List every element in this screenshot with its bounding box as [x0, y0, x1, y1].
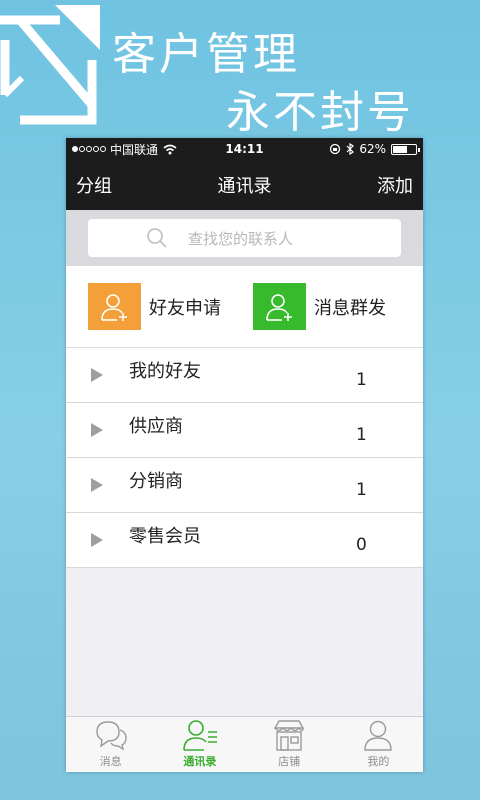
tab-contacts[interactable]: 通讯录	[155, 717, 244, 772]
broadcast-icon-box	[253, 283, 306, 330]
tab-messages[interactable]: 消息	[66, 717, 155, 772]
wifi-icon	[163, 144, 177, 154]
promo-title: 客户管理	[112, 29, 300, 80]
quick-actions: 好友申请 消息群发	[66, 266, 423, 348]
add-button[interactable]: 添加	[377, 172, 413, 198]
group-count: 1	[356, 425, 367, 445]
group-row-my-friends[interactable]: 我的好友 1	[66, 348, 423, 403]
tab-bar: 消息 通讯录 店铺 我的	[66, 716, 423, 772]
rotation-lock-icon	[330, 143, 341, 155]
nav-bar: 分组 通讯录 添加	[66, 160, 423, 210]
tab-me[interactable]: 我的	[334, 717, 423, 772]
envelope-logo-icon	[0, 5, 100, 125]
promo-subtitle: 永不封号	[226, 87, 414, 138]
friend-request-button[interactable]: 好友申请	[88, 283, 221, 330]
group-count: 1	[356, 370, 367, 390]
battery-percent: 62%	[359, 142, 386, 156]
group-button[interactable]: 分组	[76, 172, 112, 198]
tab-label: 店铺	[278, 755, 301, 768]
bluetooth-icon	[346, 143, 355, 155]
add-user-icon	[100, 293, 127, 321]
tab-store[interactable]: 店铺	[245, 717, 334, 772]
group-name: 零售会员	[129, 526, 201, 547]
store-icon	[273, 720, 305, 751]
carrier-name: 中国联通	[110, 142, 159, 157]
friend-request-icon-box	[88, 283, 141, 330]
chat-bubble-icon	[95, 721, 127, 751]
person-icon	[364, 720, 393, 751]
search-icon	[147, 228, 167, 248]
add-user-icon	[265, 293, 292, 321]
contacts-icon	[183, 720, 217, 751]
page-title: 通讯录	[217, 176, 272, 197]
tab-label: 通讯录	[183, 755, 217, 768]
group-row-retail-members[interactable]: 零售会员 0	[66, 513, 423, 568]
group-name: 我的好友	[129, 361, 201, 382]
tab-label: 我的	[367, 755, 390, 768]
expand-arrow-icon	[91, 368, 103, 382]
group-row-distributors[interactable]: 分销商 1	[66, 458, 423, 513]
signal-strength-icon	[72, 146, 106, 152]
friend-request-label: 好友申请	[149, 297, 221, 319]
group-count: 1	[356, 480, 367, 500]
search-placeholder: 查找您的联系人	[188, 229, 294, 248]
group-name: 分销商	[129, 471, 183, 492]
tab-label: 消息	[99, 755, 122, 768]
group-row-suppliers[interactable]: 供应商 1	[66, 403, 423, 458]
battery-icon	[391, 143, 420, 155]
broadcast-message-label: 消息群发	[314, 297, 386, 319]
contact-groups: 我的好友 1 供应商 1 分销商 1 零售会员 0	[66, 348, 423, 568]
status-bar: 中国联通 14:11 62%	[66, 138, 423, 160]
broadcast-message-button[interactable]: 消息群发	[253, 283, 386, 330]
expand-arrow-icon	[91, 533, 103, 547]
expand-arrow-icon	[91, 423, 103, 437]
group-name: 供应商	[129, 416, 183, 437]
group-count: 0	[356, 535, 367, 555]
search-input[interactable]: 查找您的联系人	[88, 219, 401, 257]
phone-screen: 中国联通 14:11 62% 分组 通讯录 添加 查找您的联系人 好友申请 消息…	[66, 138, 423, 772]
expand-arrow-icon	[91, 478, 103, 492]
search-bar: 查找您的联系人	[66, 210, 423, 266]
